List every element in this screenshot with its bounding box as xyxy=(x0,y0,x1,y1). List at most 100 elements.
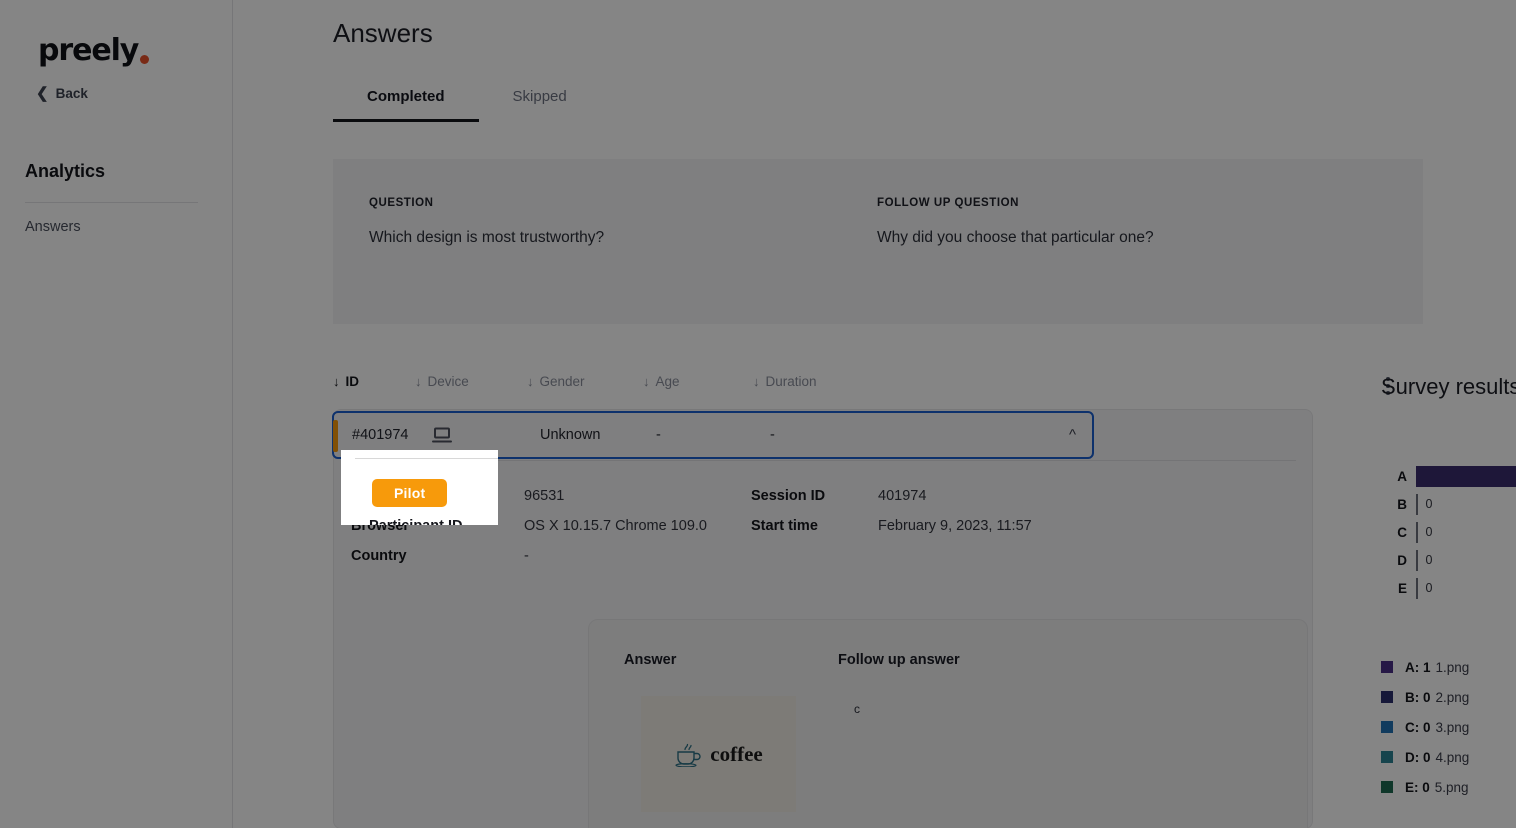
survey-bar-value: 0 xyxy=(1425,525,1433,539)
detail-row-participant: Participant ID 96531 Session ID 401974 xyxy=(351,488,1281,518)
survey-bar-zero-tick xyxy=(1416,493,1418,515)
survey-bar-track: 0 xyxy=(1416,493,1516,515)
sort-arrow-down-icon: ↓ xyxy=(753,374,760,389)
column-header-id-label: ID xyxy=(345,374,360,389)
country-value: - xyxy=(524,548,529,564)
column-header-id[interactable]: ↓ ID xyxy=(333,374,359,389)
survey-bar-value: 0 xyxy=(1425,497,1433,511)
chevron-left-icon: ❮ xyxy=(36,85,49,102)
survey-bar-label: A xyxy=(1397,468,1407,484)
survey-legend-item: B: 0 2.png xyxy=(1381,682,1516,712)
column-header-age-label: Age xyxy=(655,374,680,389)
legend-key-value: E: 0 xyxy=(1405,779,1430,795)
row-device xyxy=(432,427,452,443)
survey-bar-row: D0 xyxy=(1381,546,1516,574)
tab-completed[interactable]: Completed xyxy=(333,88,479,122)
session-id-value: 401974 xyxy=(878,488,927,504)
survey-results-panel: Survey results A1B0C0D0E0 A: 11.pngB: 02… xyxy=(1381,374,1516,802)
row-age: - xyxy=(656,427,661,443)
legend-filename: 1.png xyxy=(1435,659,1470,675)
app-root: preely ❮ Back Analytics Answers Answers … xyxy=(0,0,1516,828)
tab-bar: Completed Skipped xyxy=(333,88,601,122)
participant-id-value: 96531 xyxy=(524,488,565,504)
survey-bar-row: B0 xyxy=(1381,490,1516,518)
followup-answer-label: Follow up answer xyxy=(838,652,960,668)
tab-skipped[interactable]: Skipped xyxy=(479,88,601,122)
followup-answer-text: c xyxy=(854,702,860,716)
survey-legend-item: A: 1 1.png xyxy=(1381,652,1516,682)
question-text: Which design is most trustworthy? xyxy=(369,229,605,246)
column-header-gender[interactable]: ↓ Gender xyxy=(527,374,585,389)
row-status-accent xyxy=(333,420,338,452)
detail-row-browser: Browser OS X 10.15.7 Chrome 109.0 Start … xyxy=(351,518,1281,548)
preely-logo[interactable]: preely xyxy=(38,33,150,68)
legend-color-swatch xyxy=(1381,721,1393,733)
survey-bar-zero-tick xyxy=(1416,577,1418,599)
column-header-duration[interactable]: ↓ Duration xyxy=(753,374,817,389)
survey-bar-row: C0 xyxy=(1381,518,1516,546)
survey-bar-track: 1 xyxy=(1416,465,1516,487)
survey-bar-row: A1 xyxy=(1381,462,1516,490)
survey-bar-fill xyxy=(1416,465,1516,487)
coffee-logo: coffee xyxy=(674,741,763,767)
start-time-label: Start time xyxy=(751,518,818,534)
table-header-row: ↓ ID ↓ Device ↓ Gender ↓ Age ↓ Duration xyxy=(333,374,1423,398)
followup-question-label: FOLLOW UP QUESTION xyxy=(877,197,1019,209)
browser-value: OS X 10.15.7 Chrome 109.0 xyxy=(524,518,707,534)
column-header-device-label: Device xyxy=(427,374,469,389)
legend-filename: 2.png xyxy=(1435,689,1470,705)
detail-row-country: Country - xyxy=(351,548,1281,578)
sort-arrow-down-icon: ↓ xyxy=(415,374,422,389)
survey-bar-track: 0 xyxy=(1416,577,1516,599)
browser-label: Browser xyxy=(351,518,410,534)
sidebar-section-title: Analytics xyxy=(25,161,106,181)
legend-color-swatch xyxy=(1381,751,1393,763)
column-header-age[interactable]: ↓ Age xyxy=(643,374,680,389)
legend-color-swatch xyxy=(1381,691,1393,703)
survey-bar-zero-tick xyxy=(1416,549,1418,571)
sort-arrow-down-icon: ↓ xyxy=(333,374,340,389)
legend-filename: 3.png xyxy=(1435,719,1470,735)
country-label: Country xyxy=(351,548,407,564)
sidebar-divider xyxy=(25,202,198,203)
legend-key-value: B: 0 xyxy=(1405,689,1431,705)
legend-filename: 5.png xyxy=(1434,779,1469,795)
column-header-duration-label: Duration xyxy=(765,374,817,389)
back-link[interactable]: ❮ Back xyxy=(36,86,88,101)
session-id-label: Session ID xyxy=(751,488,826,504)
answer-card: Answer Follow up answer coffee c xyxy=(588,619,1308,828)
survey-legend-item: C: 0 3.png xyxy=(1381,712,1516,742)
survey-bar-label: E xyxy=(1397,580,1407,596)
question-card: QUESTION Which design is most trustworth… xyxy=(333,159,1423,324)
legend-key-value: D: 0 xyxy=(1405,749,1431,765)
followup-question-text: Why did you choose that particular one? xyxy=(877,229,1154,246)
main-content: Answers Completed Skipped QUESTION Which… xyxy=(233,0,1516,828)
sidebar-item-answers[interactable]: Answers xyxy=(25,219,81,235)
row-duration: - xyxy=(770,427,775,443)
survey-bar-row: E0 xyxy=(1381,574,1516,602)
page-title: Answers xyxy=(333,18,433,48)
table-row-selected[interactable]: #401974 Unknown - - ^ xyxy=(332,411,1094,459)
question-column: QUESTION Which design is most trustworth… xyxy=(369,197,604,247)
survey-legend-item: E: 0 5.png xyxy=(1381,772,1516,802)
answer-image-thumbnail[interactable]: coffee xyxy=(641,696,796,812)
legend-key-value: A: 1 xyxy=(1405,659,1431,675)
coffee-cup-icon xyxy=(675,743,701,767)
session-details: Participant ID 96531 Session ID 401974 B… xyxy=(351,488,1281,578)
survey-results-title: Survey results xyxy=(1381,374,1516,399)
column-header-gender-label: Gender xyxy=(539,374,585,389)
chevron-up-icon[interactable]: ^ xyxy=(1069,427,1076,444)
survey-bar-value: 0 xyxy=(1425,553,1433,567)
logo-text: preely xyxy=(38,33,139,68)
survey-legend: A: 1 1.png B: 0 2.png C: 0 3.png D: 0 4.png E: 0… xyxy=(1381,652,1516,802)
survey-bar-label: C xyxy=(1397,524,1407,540)
followup-question-column: FOLLOW UP QUESTION Why did you choose th… xyxy=(877,197,1154,247)
coffee-wordmark: coffee xyxy=(710,741,763,766)
participant-id-label: Participant ID xyxy=(351,488,445,504)
legend-color-swatch xyxy=(1381,661,1393,673)
row-separator xyxy=(351,460,1296,461)
sort-arrow-down-icon: ↓ xyxy=(527,374,534,389)
logo-dot-icon xyxy=(140,55,150,64)
survey-bar-value: 0 xyxy=(1425,581,1433,595)
column-header-device[interactable]: ↓ Device xyxy=(415,374,469,389)
